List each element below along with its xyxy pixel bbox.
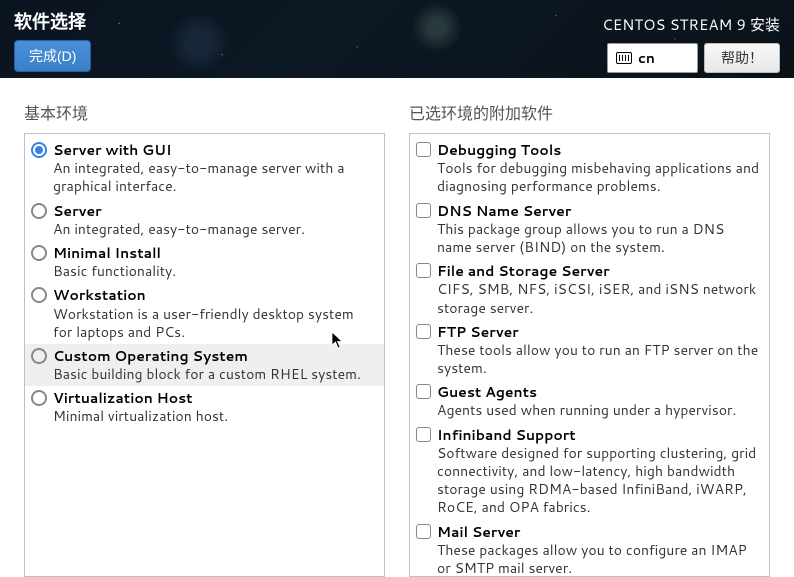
checkbox[interactable]: [416, 427, 431, 442]
option-name: File and Storage Server: [437, 262, 761, 280]
option-name: Mail Server: [437, 523, 761, 541]
addon-option[interactable]: File and Storage ServerCIFS, SMB, NFS, i…: [410, 259, 769, 320]
option-name: Infiniband Support: [437, 426, 761, 444]
option-name: DNS Name Server: [437, 202, 761, 220]
option-name: Server: [53, 202, 376, 220]
option-description: An integrated, easy-to-manage server.: [53, 220, 376, 238]
environment-option[interactable]: ServerAn integrated, easy-to-manage serv…: [25, 199, 384, 241]
done-button[interactable]: 完成(D): [14, 40, 91, 72]
keyboard-layout-selector[interactable]: cn: [607, 43, 698, 73]
addon-option[interactable]: FTP ServerThese tools allow you to run a…: [410, 320, 769, 381]
option-description: Minimal virtualization host.: [53, 407, 376, 425]
option-description: Basic functionality.: [53, 262, 376, 280]
radio-button[interactable]: [31, 142, 47, 158]
option-description: CIFS, SMB, NFS, iSCSI, iSER, and iSNS ne…: [437, 280, 761, 316]
addon-option[interactable]: DNS Name ServerThis package group allows…: [410, 199, 769, 260]
base-environment-list[interactable]: Server with GUIAn integrated, easy-to-ma…: [24, 133, 385, 577]
addons-list[interactable]: Debugging ToolsTools for debugging misbe…: [409, 133, 770, 577]
header-bar: 软件选择 完成(D) CENTOS STREAM 9 安装 cn 帮助！: [0, 0, 794, 78]
option-name: Guest Agents: [437, 383, 761, 401]
option-name: Virtualization Host: [53, 389, 376, 407]
option-name: Custom Operating System: [53, 347, 376, 365]
environment-option[interactable]: Server with GUIAn integrated, easy-to-ma…: [25, 138, 384, 199]
checkbox[interactable]: [416, 384, 431, 399]
option-description: Tools for debugging misbehaving applicat…: [437, 159, 761, 195]
option-name: FTP Server: [437, 323, 761, 341]
option-description: An integrated, easy-to-manage server wit…: [53, 159, 376, 195]
addon-option[interactable]: Mail ServerThese packages allow you to c…: [410, 520, 769, 577]
option-description: Basic building block for a custom RHEL s…: [53, 365, 376, 383]
option-description: Software designed for supporting cluster…: [437, 444, 761, 517]
installer-title: CENTOS STREAM 9 安装: [602, 14, 780, 35]
keyboard-icon: [616, 52, 632, 64]
option-description: These tools allow you to run an FTP serv…: [437, 341, 761, 377]
base-environment-column: 基本环境 Server with GUIAn integrated, easy-…: [24, 90, 385, 577]
addon-option[interactable]: Infiniband SupportSoftware designed for …: [410, 423, 769, 520]
option-name: Debugging Tools: [437, 141, 761, 159]
radio-button[interactable]: [31, 348, 47, 364]
environment-option[interactable]: Virtualization HostMinimal virtualizatio…: [25, 386, 384, 428]
option-name: Workstation: [53, 286, 376, 304]
option-name: Minimal Install: [53, 244, 376, 262]
addon-option[interactable]: Guest AgentsAgents used when running und…: [410, 380, 769, 422]
content-area: 基本环境 Server with GUIAn integrated, easy-…: [0, 78, 794, 577]
header-right: CENTOS STREAM 9 安装 cn 帮助！: [602, 14, 780, 73]
option-description: Agents used when running under a hypervi…: [437, 401, 761, 419]
option-description: These packages allow you to configure an…: [437, 541, 761, 577]
environment-option[interactable]: Custom Operating SystemBasic building bl…: [25, 344, 384, 386]
environment-option[interactable]: Minimal InstallBasic functionality.: [25, 241, 384, 283]
addons-column: 已选环境的附加软件 Debugging ToolsTools for debug…: [409, 90, 770, 577]
help-button[interactable]: 帮助！: [704, 43, 780, 73]
option-name: Server with GUI: [53, 141, 376, 159]
addons-heading: 已选环境的附加软件: [409, 100, 770, 125]
radio-button[interactable]: [31, 203, 47, 219]
checkbox[interactable]: [416, 263, 431, 278]
addon-option[interactable]: Debugging ToolsTools for debugging misbe…: [410, 138, 769, 199]
checkbox[interactable]: [416, 142, 431, 157]
keyboard-layout-code: cn: [638, 48, 655, 68]
radio-button[interactable]: [31, 287, 47, 303]
environment-option[interactable]: WorkstationWorkstation is a user-friendl…: [25, 283, 384, 344]
radio-button[interactable]: [31, 390, 47, 406]
option-description: This package group allows you to run a D…: [437, 220, 761, 256]
option-description: Workstation is a user-friendly desktop s…: [53, 305, 376, 341]
checkbox[interactable]: [416, 324, 431, 339]
checkbox[interactable]: [416, 203, 431, 218]
base-environment-heading: 基本环境: [24, 100, 385, 125]
radio-button[interactable]: [31, 245, 47, 261]
checkbox[interactable]: [416, 524, 431, 539]
